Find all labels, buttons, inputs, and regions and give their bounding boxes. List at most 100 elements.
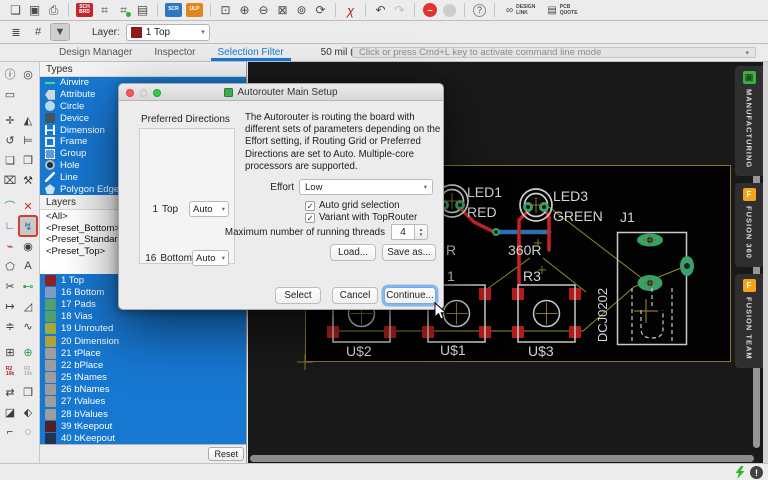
meander-icon[interactable]: ∿ bbox=[19, 316, 37, 336]
list-item[interactable]: 39 tKeepout bbox=[40, 420, 246, 432]
replace-icon[interactable]: R2 10k bbox=[1, 362, 19, 382]
reset-button[interactable]: Reset bbox=[208, 447, 244, 461]
list-item[interactable]: 22 bPlace bbox=[40, 359, 246, 371]
rotate-icon[interactable]: ↺ bbox=[1, 130, 19, 150]
bolt-icon[interactable] bbox=[734, 466, 746, 479]
list-item[interactable]: 19 Unrouted bbox=[40, 323, 246, 335]
autorouter-icon[interactable]: ↯ bbox=[19, 216, 37, 236]
zoom-select-icon[interactable]: ⊠ bbox=[273, 2, 292, 19]
redo-icon[interactable]: ↷ bbox=[390, 2, 409, 19]
close-icon[interactable] bbox=[126, 89, 134, 97]
refresh-icon[interactable]: ⟳ bbox=[311, 2, 330, 19]
list-item[interactable]: 28 bValues bbox=[40, 408, 246, 420]
cancel-button[interactable]: Cancel bbox=[332, 287, 378, 304]
run-script-badge-icon[interactable]: SCR bbox=[165, 3, 182, 17]
command-line-input[interactable]: Click or press Cmd+L key to activate com… bbox=[352, 47, 756, 58]
shape-icon[interactable]: ◿ bbox=[19, 296, 37, 316]
go-icon[interactable] bbox=[443, 4, 456, 17]
list-item[interactable]: 26 bNames bbox=[40, 384, 246, 396]
route-icon[interactable]: ∟ bbox=[1, 216, 19, 236]
add-device-icon[interactable]: ⊕ bbox=[19, 342, 37, 362]
align-icon[interactable]: ⊨ bbox=[19, 130, 37, 150]
zoom-fit-icon[interactable]: ⊡ bbox=[216, 2, 235, 19]
load-button[interactable]: Load... bbox=[330, 244, 376, 261]
list-item[interactable]: 18 Vias bbox=[40, 311, 246, 323]
select-button[interactable]: Select bbox=[275, 287, 321, 304]
pinswap-icon[interactable]: ⇄ bbox=[1, 382, 19, 402]
paste-icon[interactable]: ❐ bbox=[19, 150, 37, 170]
filter-icon[interactable]: ▼ bbox=[50, 23, 70, 41]
package-3d-icon[interactable]: ⊞ bbox=[1, 342, 19, 362]
horizontal-scrollbar[interactable] bbox=[250, 455, 754, 462]
eye-icon[interactable]: ◎ bbox=[19, 64, 37, 84]
layer-settings-icon[interactable]: ≣ bbox=[6, 23, 26, 41]
bend-icon[interactable]: ↦ bbox=[1, 296, 19, 316]
help-icon[interactable]: ? bbox=[473, 4, 486, 17]
grid-icon[interactable]: # bbox=[28, 23, 48, 41]
effort-dropdown[interactable]: Low ▾ bbox=[299, 179, 433, 195]
stepper-down-icon[interactable]: ▼ bbox=[419, 232, 423, 237]
toprouter-checkbox[interactable]: ✓ bbox=[305, 213, 315, 223]
warning-icon[interactable]: ! bbox=[750, 466, 763, 479]
stop-icon[interactable]: – bbox=[423, 3, 437, 17]
tab-fusion-team[interactable]: F FUSION TEAM bbox=[735, 274, 763, 368]
list-item[interactable]: 27 tValues bbox=[40, 396, 246, 408]
wire-icon[interactable]: ⌒ bbox=[1, 196, 19, 216]
route-hook-icon[interactable]: ⌐ bbox=[1, 422, 19, 442]
save-icon[interactable]: ▣ bbox=[25, 2, 44, 19]
copy-icon[interactable]: ❏ bbox=[1, 150, 19, 170]
delete-icon[interactable]: ⌧ bbox=[1, 170, 19, 190]
continue-button[interactable]: Continue... bbox=[384, 287, 436, 304]
minimize-icon[interactable] bbox=[140, 89, 148, 97]
copy-group-icon[interactable]: ❐ bbox=[19, 382, 37, 402]
move-icon[interactable]: ✛ bbox=[1, 110, 19, 130]
select-dashed-icon[interactable]: ◌ bbox=[19, 422, 37, 442]
save-as-button[interactable]: Save as... bbox=[382, 244, 436, 261]
zoom-in-icon[interactable]: ⊕ bbox=[235, 2, 254, 19]
list-item[interactable]: 25 tNames bbox=[40, 372, 246, 384]
signal-icon[interactable]: ≑ bbox=[1, 316, 19, 336]
change-icon[interactable]: ⚒ bbox=[19, 170, 37, 190]
solder-mask-icon[interactable]: ◪ bbox=[1, 402, 19, 422]
footprint-icon[interactable]: ⌗ bbox=[95, 2, 114, 19]
mirror-icon[interactable]: ◭ bbox=[19, 110, 37, 130]
library-icon[interactable]: ▤ bbox=[133, 2, 152, 19]
zoom-window-icon[interactable] bbox=[153, 89, 161, 97]
info-icon[interactable]: ⓘ bbox=[1, 64, 19, 84]
dialog-title-bar[interactable]: Autorouter Main Setup bbox=[119, 84, 443, 101]
layer-number: 1 bbox=[140, 204, 158, 215]
direction-dropdown-bottom[interactable]: Auto ▾ bbox=[192, 250, 229, 266]
threads-input[interactable]: 4 bbox=[391, 224, 415, 240]
design-link-button[interactable]: ∞ DESIGN LINK bbox=[506, 4, 535, 16]
split-icon[interactable]: ✂ bbox=[1, 276, 19, 296]
threads-stepper[interactable]: ▲ ▼ bbox=[415, 224, 428, 240]
tab-fusion-360[interactable]: F FUSION 360 bbox=[735, 183, 763, 267]
layer-dropdown[interactable]: 1 Top ▾ bbox=[126, 24, 210, 41]
replace-alt-icon[interactable]: R2 10k bbox=[19, 362, 37, 382]
pcb-quote-button[interactable]: ▤ PCB QUOTE bbox=[547, 4, 577, 16]
new-document-icon[interactable]: ❏ bbox=[6, 2, 25, 19]
airwire-icon[interactable]: ✕ bbox=[19, 196, 37, 216]
list-item[interactable]: 20 Dimension bbox=[40, 335, 246, 347]
zoom-out-icon[interactable]: ⊖ bbox=[254, 2, 273, 19]
undo-icon[interactable]: ↶ bbox=[371, 2, 390, 19]
name-tag-icon[interactable]: ⬖ bbox=[19, 402, 37, 422]
run-ulp-badge-icon[interactable]: ULP bbox=[186, 3, 203, 17]
footprint-new-icon[interactable]: ⌗ bbox=[114, 2, 133, 19]
layer-name: Bottom bbox=[160, 253, 192, 264]
list-item[interactable]: 40 bKeepout bbox=[40, 432, 246, 444]
via-icon[interactable]: ◉ bbox=[19, 236, 37, 256]
polygon-icon[interactable]: ⬠ bbox=[1, 256, 19, 276]
select-group-icon[interactable]: ▭ bbox=[1, 84, 19, 104]
tab-manufacturing[interactable]: ▣ MANUFACTURING bbox=[735, 66, 763, 176]
direction-dropdown-top[interactable]: Auto ▾ bbox=[189, 201, 229, 217]
zoom-redraw-icon[interactable]: ⊚ bbox=[292, 2, 311, 19]
text-icon[interactable]: A bbox=[19, 256, 37, 276]
auto-grid-checkbox[interactable]: ✓ bbox=[305, 201, 315, 211]
miter-icon[interactable]: ⊷ bbox=[19, 276, 37, 296]
list-item[interactable]: 21 tPlace bbox=[40, 347, 246, 359]
ripup-icon[interactable]: ⌁ bbox=[1, 236, 19, 256]
print-icon[interactable]: ⎙ bbox=[44, 2, 63, 19]
schematic-board-icon[interactable]: SCH BRD bbox=[76, 3, 93, 17]
run-command-icon[interactable]: χ bbox=[341, 2, 360, 19]
